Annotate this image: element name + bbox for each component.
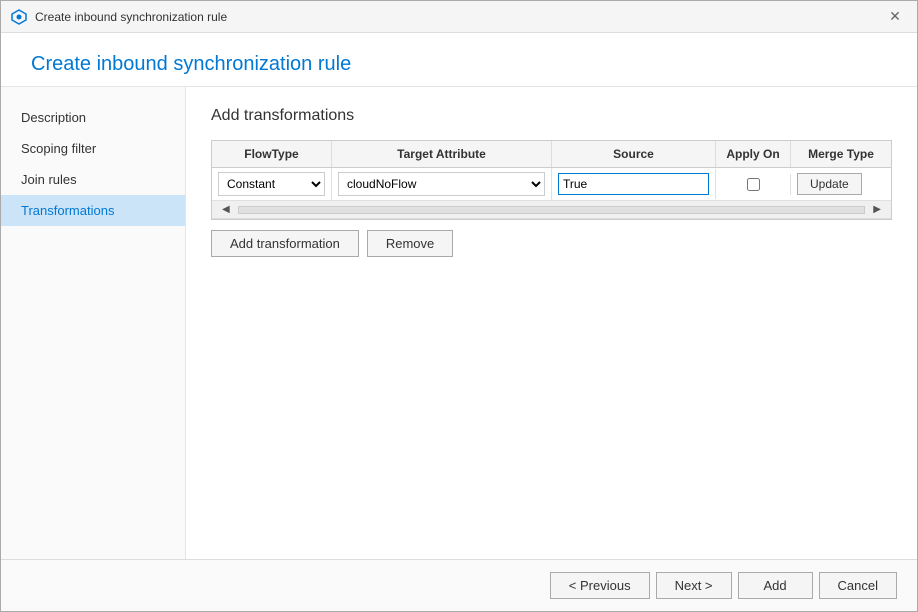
col-merge-type: Merge Type bbox=[791, 141, 891, 167]
sidebar-item-description[interactable]: Description bbox=[1, 102, 185, 133]
sidebar-item-transformations[interactable]: Transformations bbox=[1, 195, 185, 226]
col-flowtype: FlowType bbox=[212, 141, 332, 167]
sidebar-item-join-rules[interactable]: Join rules bbox=[1, 164, 185, 195]
footer: < Previous Next > Add Cancel bbox=[1, 559, 917, 611]
scroll-right-arrow[interactable]: ▶ bbox=[869, 204, 885, 215]
col-target-attribute: Target Attribute bbox=[332, 141, 552, 167]
cell-flowtype[interactable]: Constant Direct Expression bbox=[212, 168, 332, 200]
page-header: Create inbound synchronization rule bbox=[1, 33, 917, 87]
scroll-track[interactable] bbox=[238, 206, 866, 214]
title-bar-left: Create inbound synchronization rule bbox=[11, 9, 227, 25]
add-button[interactable]: Add bbox=[738, 572, 813, 599]
app-icon bbox=[11, 9, 27, 25]
title-bar: Create inbound synchronization rule ✕ bbox=[1, 1, 917, 33]
remove-button[interactable]: Remove bbox=[367, 230, 453, 257]
add-transformation-button[interactable]: Add transformation bbox=[211, 230, 359, 257]
page-title: Create inbound synchronization rule bbox=[31, 53, 887, 76]
cell-source[interactable] bbox=[552, 169, 716, 199]
table-header: FlowType Target Attribute Source Apply O… bbox=[212, 141, 891, 168]
cell-target-attribute[interactable]: cloudNoFlow bbox=[332, 168, 552, 200]
sidebar-item-scoping-filter[interactable]: Scoping filter bbox=[1, 133, 185, 164]
col-source: Source bbox=[552, 141, 716, 167]
horizontal-scrollbar[interactable]: ◀ ▶ bbox=[212, 201, 891, 219]
content-area: Add transformations FlowType Target Attr… bbox=[186, 87, 917, 559]
section-title: Add transformations bbox=[211, 107, 892, 125]
table-row: Constant Direct Expression cloudNoFlow bbox=[212, 168, 891, 201]
sidebar: Description Scoping filter Join rules Tr… bbox=[1, 87, 186, 559]
main-window: Create inbound synchronization rule ✕ Cr… bbox=[0, 0, 918, 612]
cell-merge-type[interactable]: Update bbox=[791, 169, 891, 199]
title-bar-text: Create inbound synchronization rule bbox=[35, 10, 227, 24]
apply-on-checkbox[interactable] bbox=[747, 178, 760, 191]
merge-type-button[interactable]: Update bbox=[797, 173, 862, 195]
scroll-left-arrow[interactable]: ◀ bbox=[218, 204, 234, 215]
cancel-button[interactable]: Cancel bbox=[819, 572, 897, 599]
main-content: Description Scoping filter Join rules Tr… bbox=[1, 87, 917, 559]
flowtype-select[interactable]: Constant Direct Expression bbox=[218, 172, 325, 196]
target-attribute-select[interactable]: cloudNoFlow bbox=[338, 172, 545, 196]
previous-button[interactable]: < Previous bbox=[550, 572, 650, 599]
source-input[interactable] bbox=[558, 173, 709, 195]
transformations-table: FlowType Target Attribute Source Apply O… bbox=[211, 140, 892, 220]
cell-apply-on[interactable] bbox=[716, 174, 791, 195]
next-button[interactable]: Next > bbox=[656, 572, 732, 599]
close-button[interactable]: ✕ bbox=[883, 5, 907, 29]
table-action-buttons: Add transformation Remove bbox=[211, 230, 892, 257]
col-apply-on: Apply On bbox=[716, 141, 791, 167]
